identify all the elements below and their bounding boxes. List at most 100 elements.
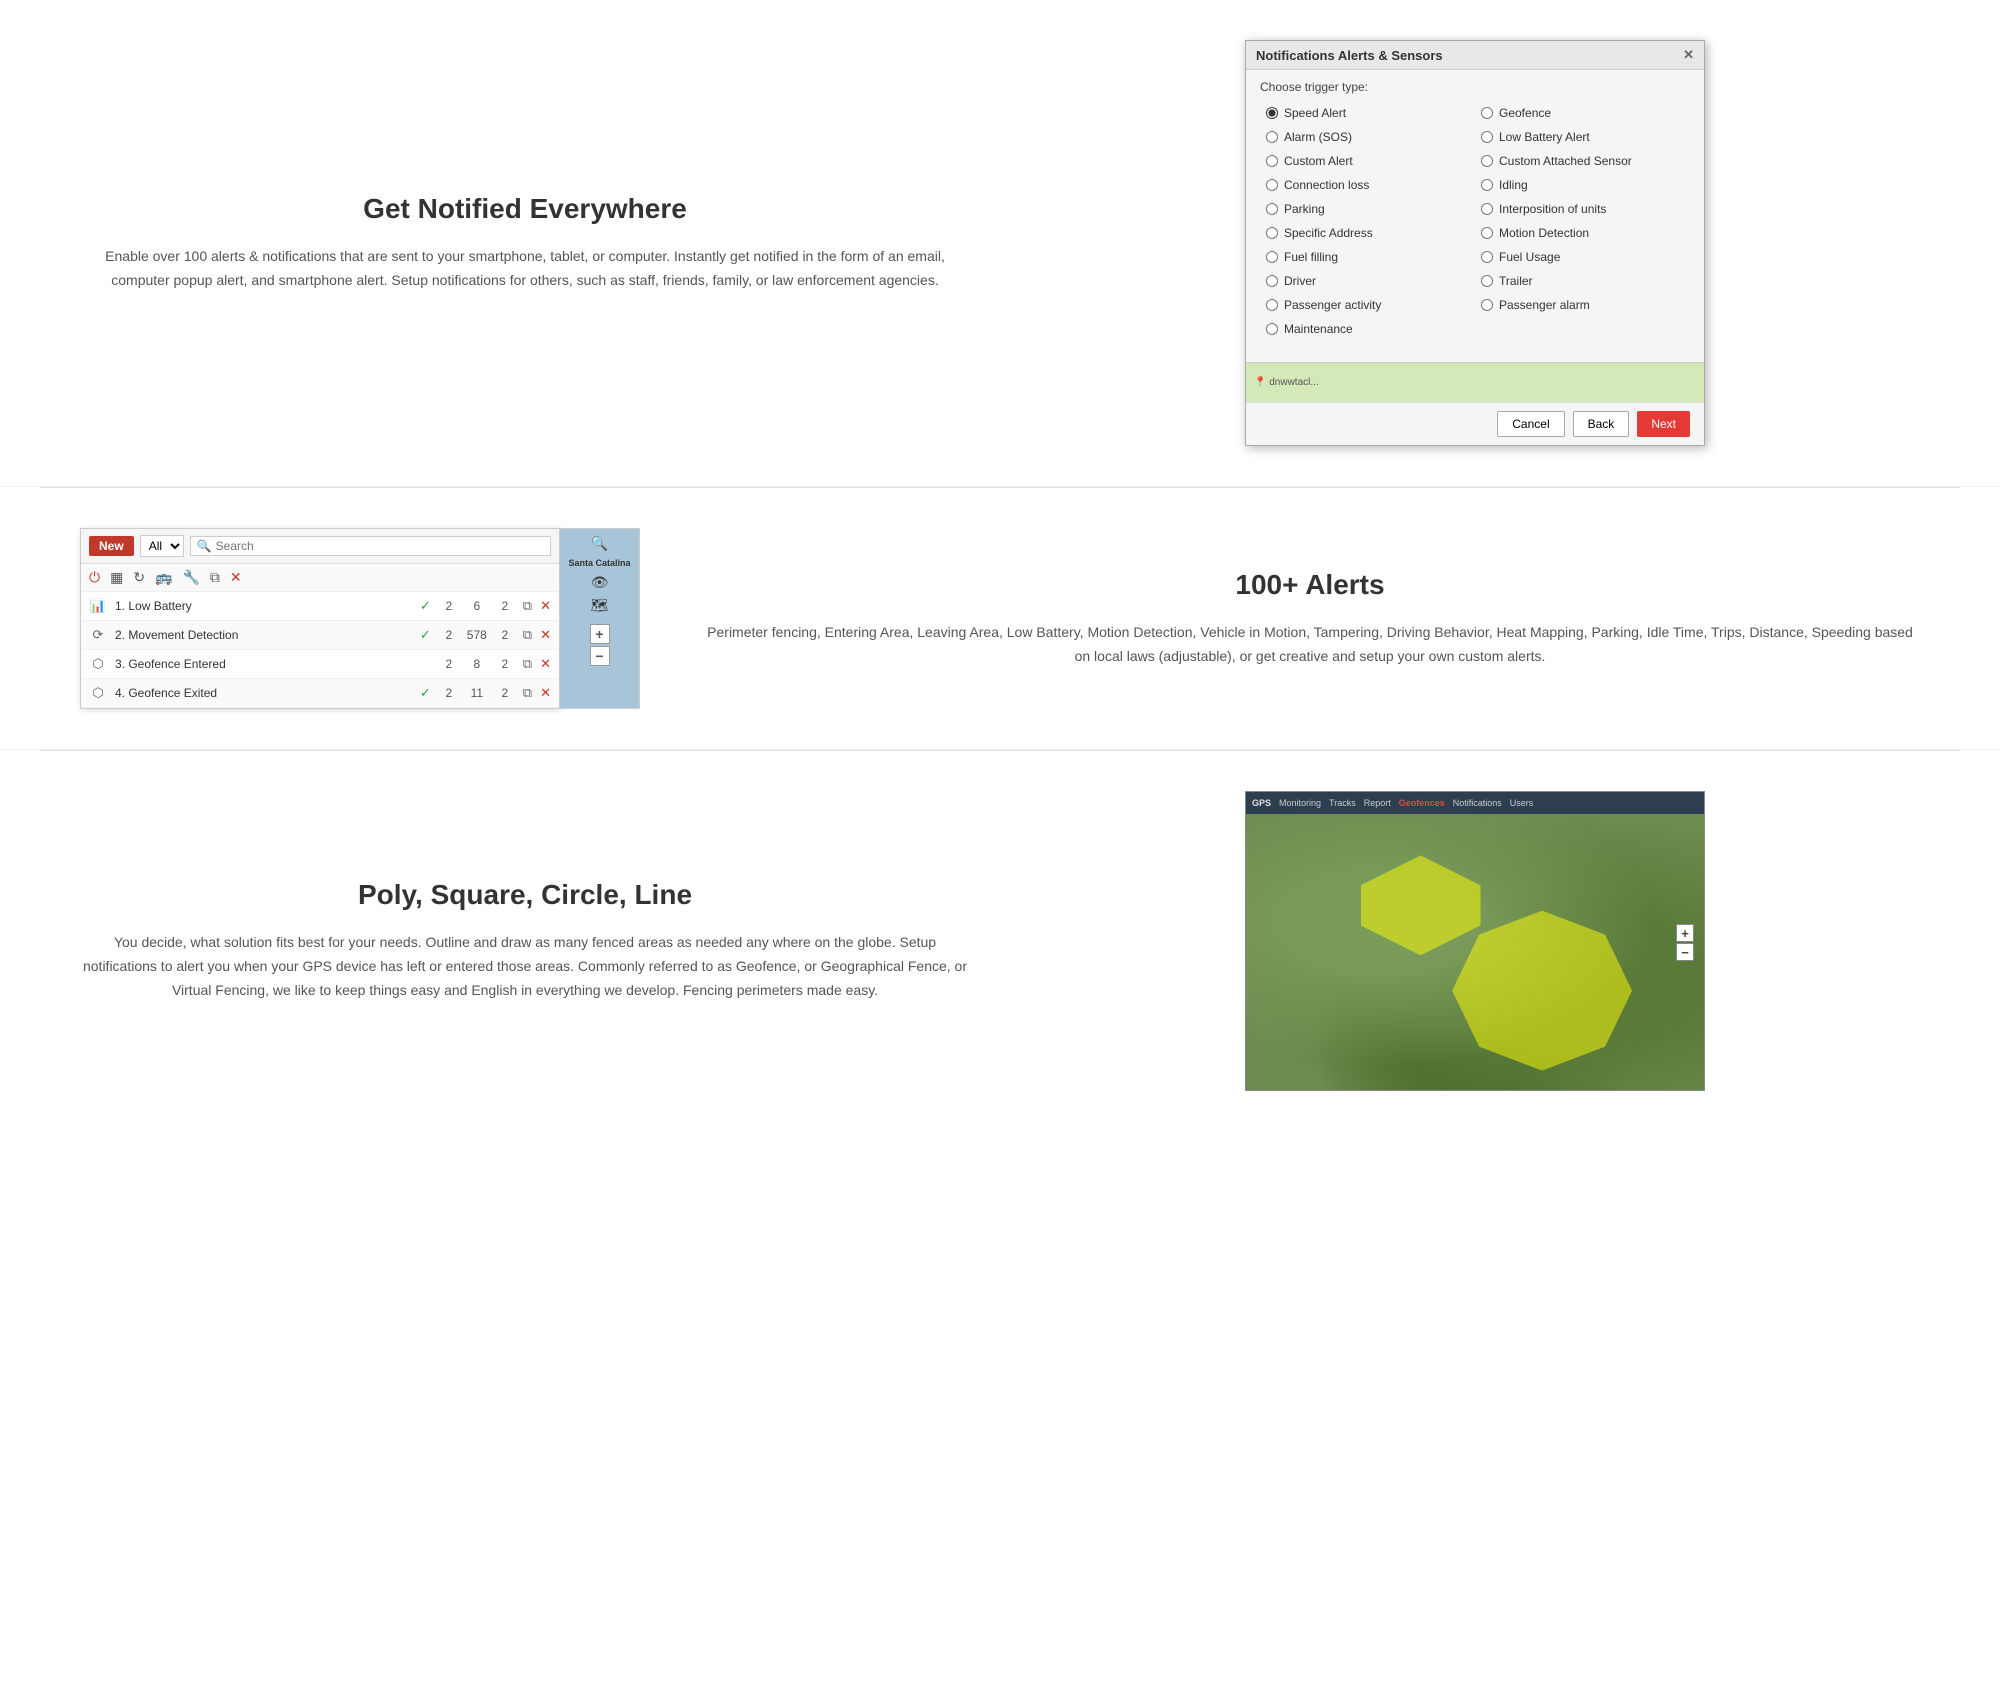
zoom-out-button[interactable]: − — [590, 646, 610, 666]
alert-copy-icon[interactable]: ⧉ — [523, 685, 532, 701]
option-trailer[interactable]: Trailer — [1475, 270, 1690, 292]
alert-check-icon: ✓ — [420, 627, 431, 643]
option-geofence[interactable]: Geofence — [1475, 102, 1690, 124]
alert-col3: 2 — [495, 599, 515, 613]
next-button[interactable]: Next — [1637, 411, 1690, 437]
section-get-notified: Get Notified Everywhere Enable over 100 … — [0, 0, 2000, 487]
search-input[interactable] — [216, 539, 544, 553]
copy-icon[interactable]: ⧉ — [210, 569, 220, 586]
close-row-icon[interactable]: ✕ — [230, 569, 242, 586]
alert-copy-icon[interactable]: ⧉ — [523, 598, 532, 614]
trigger-options-grid: Speed Alert Geofence Alarm (SOS) Low Bat… — [1260, 102, 1690, 340]
alert-type-icon: ⟳ — [89, 626, 107, 644]
section-geofence: Poly, Square, Circle, Line You decide, w… — [0, 751, 2000, 1131]
alert-actions: ⧉ — [523, 685, 532, 701]
alert-delete-icon[interactable]: ✕ — [540, 685, 551, 701]
modal-close-icon[interactable]: ✕ — [1683, 47, 1694, 63]
alert-col1: 2 — [439, 686, 459, 700]
section-1-title: Get Notified Everywhere — [80, 193, 970, 225]
option-alarm-sos[interactable]: Alarm (SOS) — [1260, 126, 1475, 148]
tracks-tab[interactable]: Tracks — [1329, 798, 1356, 808]
cancel-button[interactable]: Cancel — [1497, 411, 1564, 437]
section-1-image: Notifications Alerts & Sensors ✕ Choose … — [1030, 40, 1920, 446]
option-low-battery-alert[interactable]: Low Battery Alert — [1475, 126, 1690, 148]
power-icon[interactable]: ⏻ — [89, 569, 100, 586]
alert-type-icon: ⬡ — [89, 684, 107, 702]
option-passenger-alarm[interactable]: Passenger alarm — [1475, 294, 1690, 316]
option-passenger-activity[interactable]: Passenger activity — [1260, 294, 1475, 316]
alert-copy-icon[interactable]: ⧉ — [523, 656, 532, 672]
option-motion-detection[interactable]: Motion Detection — [1475, 222, 1690, 244]
option-idling[interactable]: Idling — [1475, 174, 1690, 196]
geofence-polygon-1[interactable] — [1361, 855, 1481, 955]
option-parking[interactable]: Parking — [1260, 198, 1475, 220]
option-fuel-filling[interactable]: Fuel filling — [1260, 246, 1475, 268]
alert-name: 1. Low Battery — [115, 599, 412, 613]
alerts-icons-row: ⏻ ▦ ↻ 🚌 🔧 ⧉ ✕ — [81, 564, 559, 592]
zoom-in-button[interactable]: + — [590, 624, 610, 644]
search-icon: 🔍 — [197, 539, 212, 553]
new-alert-button[interactable]: New — [89, 536, 134, 556]
gps-label: GPS — [1252, 798, 1271, 808]
alert-col1: 2 — [439, 628, 459, 642]
modal-body: Choose trigger type: Speed Alert Geofenc… — [1246, 70, 1704, 362]
geofence-map: GPS Monitoring Tracks Report Geofences N… — [1245, 791, 1705, 1091]
geo-map-toolbar: GPS Monitoring Tracks Report Geofences N… — [1246, 792, 1704, 814]
option-custom-sensor[interactable]: Custom Attached Sensor — [1475, 150, 1690, 172]
map-side-panel: 🔍 Santa Catalina 👁 🗺 + − — [560, 528, 640, 709]
alert-copy-icon[interactable]: ⧉ — [523, 627, 532, 643]
alert-col2: 578 — [467, 628, 487, 642]
wrench-icon[interactable]: 🔧 — [182, 569, 199, 586]
option-specific-address[interactable]: Specific Address — [1260, 222, 1475, 244]
option-connection-loss[interactable]: Connection loss — [1260, 174, 1475, 196]
geofence-polygon-2[interactable] — [1452, 911, 1632, 1071]
alert-col2: 6 — [467, 599, 487, 613]
option-interposition[interactable]: Interposition of units — [1475, 198, 1690, 220]
alert-actions: ⧉ — [523, 627, 532, 643]
map-zoom-panel: + − — [1676, 924, 1694, 961]
option-maintenance[interactable]: Maintenance — [1260, 318, 1475, 340]
alert-delete-icon[interactable]: ✕ — [540, 656, 551, 672]
option-speed-alert[interactable]: Speed Alert — [1260, 102, 1475, 124]
report-tab[interactable]: Report — [1364, 798, 1391, 808]
notifications-modal: Notifications Alerts & Sensors ✕ Choose … — [1245, 40, 1705, 446]
alerts-container: New All 🔍 ⏻ ▦ ↻ 🚌 🔧 ⧉ ✕ — [80, 528, 640, 709]
map-search-icon[interactable]: 🔍 — [591, 535, 608, 552]
alert-name: 2. Movement Detection — [115, 628, 412, 642]
geofences-tab[interactable]: Geofences — [1399, 798, 1445, 808]
layers-icon[interactable]: 🗺 — [591, 597, 609, 614]
bus-icon[interactable]: 🚌 — [155, 569, 172, 586]
alert-row: ⬡ 4. Geofence Exited ✓ 2 11 2 ⧉ ✕ — [81, 679, 559, 708]
filter-select[interactable]: All — [140, 535, 184, 557]
users-tab[interactable]: Users — [1510, 798, 1534, 808]
alert-col2: 8 — [467, 657, 487, 671]
modal-footer: Cancel Back Next — [1246, 402, 1704, 445]
option-custom-alert[interactable]: Custom Alert — [1260, 150, 1475, 172]
section-2-title: 100+ Alerts — [700, 569, 1920, 601]
alerts-toolbar: New All 🔍 — [81, 529, 559, 564]
grid-icon[interactable]: ▦ — [110, 569, 123, 586]
modal-title: Notifications Alerts & Sensors — [1256, 48, 1443, 63]
section-3-image: GPS Monitoring Tracks Report Geofences N… — [1030, 791, 1920, 1091]
map-location-label: Santa Catalina — [568, 558, 630, 568]
alert-row: 📊 1. Low Battery ✓ 2 6 2 ⧉ ✕ — [81, 592, 559, 621]
section-3-description: You decide, what solution fits best for … — [80, 931, 970, 1002]
zoom-in-button[interactable]: + — [1676, 924, 1694, 942]
option-driver[interactable]: Driver — [1260, 270, 1475, 292]
alert-delete-icon[interactable]: ✕ — [540, 627, 551, 643]
back-button[interactable]: Back — [1573, 411, 1630, 437]
alert-type-icon: 📊 — [89, 597, 107, 615]
zoom-out-button[interactable]: − — [1676, 943, 1694, 961]
eye-icon[interactable]: 👁 — [591, 574, 609, 591]
alert-check-icon: ✓ — [420, 598, 431, 614]
alert-check-icon: ✓ — [420, 685, 431, 701]
alert-delete-icon[interactable]: ✕ — [540, 598, 551, 614]
section-2-text-block: 100+ Alerts Perimeter fencing, Entering … — [700, 569, 1920, 669]
map-zoom-controls: + − — [590, 624, 610, 666]
notifications-tab[interactable]: Notifications — [1453, 798, 1502, 808]
section-3-title: Poly, Square, Circle, Line — [80, 879, 970, 911]
option-fuel-usage[interactable]: Fuel Usage — [1475, 246, 1690, 268]
monitoring-tab[interactable]: Monitoring — [1279, 798, 1321, 808]
refresh-icon[interactable]: ↻ — [133, 569, 145, 586]
alert-type-icon: ⬡ — [89, 655, 107, 673]
